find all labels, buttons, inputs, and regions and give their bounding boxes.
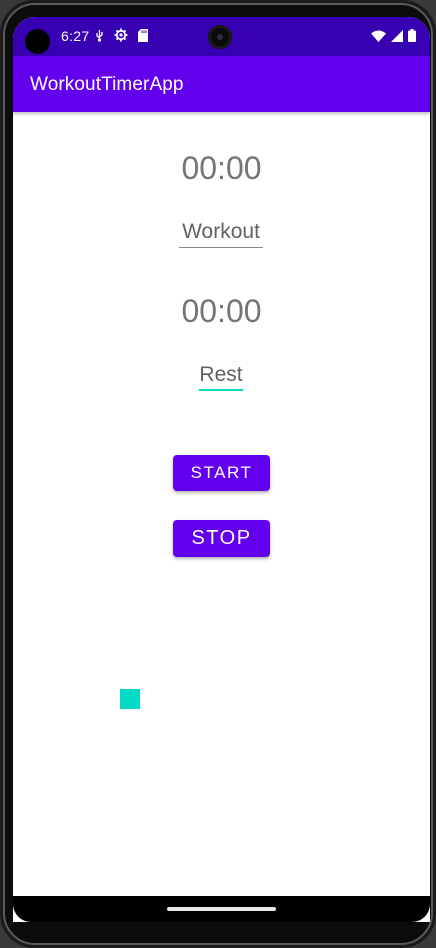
stop-button[interactable]: STOP [173, 520, 270, 557]
status-system-icons [371, 29, 416, 47]
camera-cutout-icon [208, 25, 232, 49]
wifi-icon [371, 29, 386, 47]
start-button[interactable]: START [173, 455, 270, 491]
front-camera-icon [25, 29, 50, 54]
status-bar: 6:27 [13, 17, 430, 56]
device-frame: 6:27 WorkoutTimerApp 00:00 Workout 00:00… [0, 0, 436, 948]
home-gesture-handle[interactable] [167, 907, 276, 911]
sd-card-icon [138, 28, 148, 47]
workout-label-text: Workout [182, 220, 260, 243]
app-title: WorkoutTimerApp [30, 74, 184, 95]
app-bar: WorkoutTimerApp [13, 56, 430, 112]
screen: 6:27 WorkoutTimerApp 00:00 Workout 00:00… [13, 17, 430, 922]
settings-icon [114, 28, 128, 47]
rest-label-input[interactable]: Rest [199, 363, 243, 391]
workout-label-input[interactable]: Workout [179, 220, 263, 248]
battery-icon [408, 29, 416, 47]
workout-timer-display: 00:00 [181, 150, 262, 186]
main-content: 00:00 Workout 00:00 Rest START STOP [13, 112, 430, 898]
navigation-bar [13, 896, 430, 922]
status-time: 6:27 [61, 28, 90, 44]
status-notification-icons [95, 28, 148, 47]
rest-timer-display: 00:00 [181, 293, 262, 329]
accent-square [120, 689, 140, 709]
usb-debug-icon [95, 29, 104, 47]
signal-icon [391, 29, 403, 47]
rest-label-text: Rest [199, 363, 243, 386]
